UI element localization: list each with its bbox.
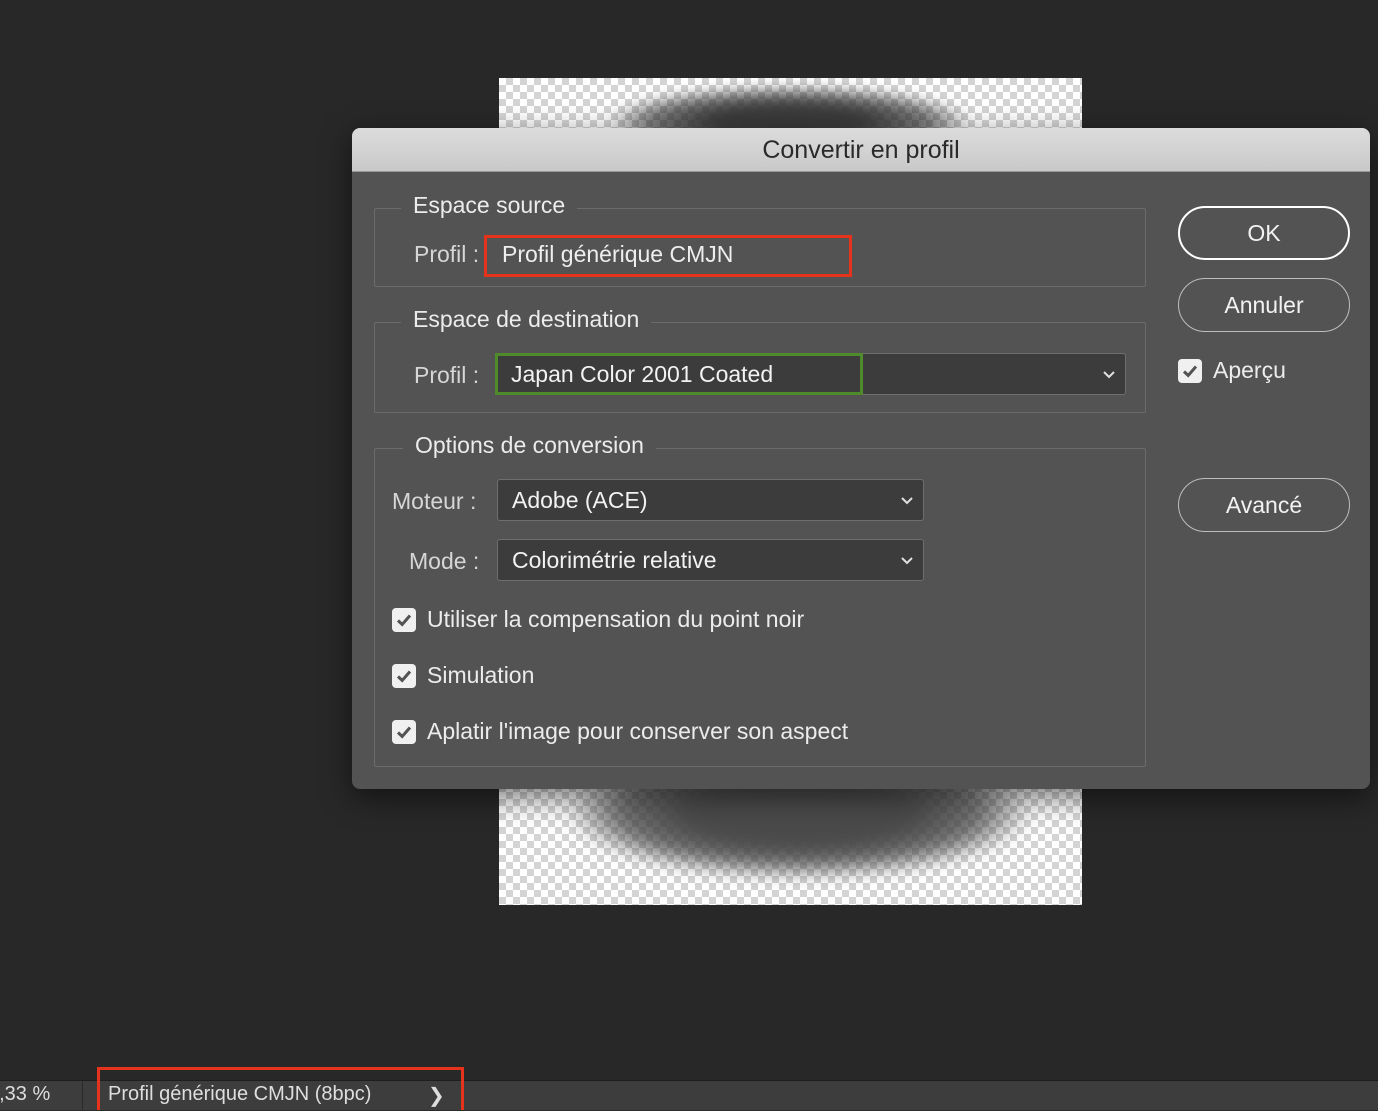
ok-button[interactable]: OK	[1178, 206, 1350, 260]
preview-checkbox[interactable]	[1178, 358, 1202, 383]
mode-value: Colorimétrie relative	[512, 547, 717, 573]
source-profile-highlight	[484, 235, 852, 277]
engine-select[interactable]: Adobe (ACE)	[497, 479, 924, 521]
cancel-button[interactable]: Annuler	[1178, 278, 1350, 332]
engine-label: Moteur :	[392, 488, 477, 514]
flatten-option[interactable]: Aplatir l'image pour conserver son aspec…	[392, 718, 848, 745]
status-profile-highlight	[97, 1067, 464, 1110]
mode-select[interactable]: Colorimétrie relative	[497, 539, 924, 581]
preview-option[interactable]: Aperçu	[1178, 357, 1286, 384]
destination-profile-label: Profil :	[414, 362, 480, 388]
source-space-legend: Espace source	[401, 192, 578, 219]
status-divider	[82, 1081, 83, 1111]
checkmark-icon	[396, 614, 412, 627]
flatten-label: Aplatir l'image pour conserver son aspec…	[427, 718, 849, 744]
mode-label: Mode :	[409, 548, 480, 574]
simulation-option[interactable]: Simulation	[392, 662, 534, 689]
simulation-label: Simulation	[427, 662, 535, 688]
engine-value: Adobe (ACE)	[512, 487, 648, 513]
dialog-title: Convertir en profil	[352, 128, 1370, 172]
conversion-options-legend: Options de conversion	[403, 432, 656, 459]
advanced-button[interactable]: Avancé	[1178, 478, 1350, 532]
black-point-checkbox[interactable]	[392, 607, 416, 632]
simulation-checkbox[interactable]	[392, 663, 416, 688]
checkmark-icon	[1182, 365, 1198, 378]
flatten-checkbox[interactable]	[392, 719, 416, 744]
chevron-down-icon	[901, 557, 913, 565]
source-profile-label: Profil :	[414, 241, 480, 267]
checkmark-icon	[396, 726, 412, 739]
checkmark-icon	[396, 670, 412, 683]
black-point-label: Utiliser la compensation du point noir	[427, 606, 805, 632]
destination-space-legend: Espace de destination	[401, 306, 652, 333]
preview-label: Aperçu	[1213, 357, 1286, 383]
chevron-down-icon	[901, 497, 913, 505]
convert-profile-dialog: Convertir en profil Espace source Profil…	[352, 128, 1370, 789]
black-point-option[interactable]: Utiliser la compensation du point noir	[392, 606, 804, 633]
zoom-level[interactable]: 3,33 %	[0, 1083, 50, 1106]
chevron-down-icon	[1103, 371, 1115, 379]
destination-profile-highlight	[495, 353, 863, 395]
